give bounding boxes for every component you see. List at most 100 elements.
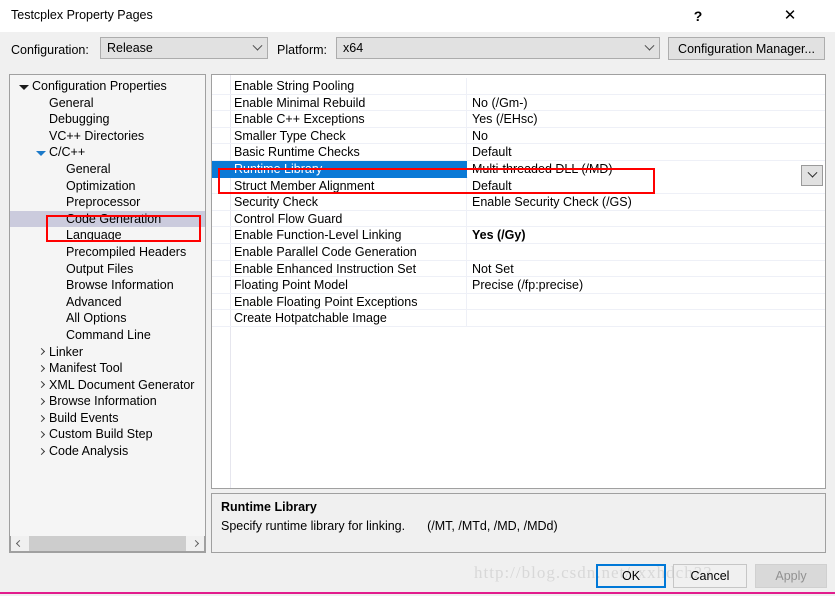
bottom-rule xyxy=(0,592,835,594)
property-row[interactable]: Enable Function-Level Linking Yes (/Gy) xyxy=(212,227,825,244)
tree-item-list: Configuration Properties General Debugging… xyxy=(10,78,205,460)
property-row[interactable]: Basic Runtime Checks Default xyxy=(212,144,825,161)
expander-closed-icon[interactable] xyxy=(35,344,47,361)
property-row[interactable]: Create Hotpatchable Image xyxy=(212,310,825,327)
tree-item-browse-information[interactable]: Browse Information xyxy=(10,393,205,410)
tree-item-custom-build-step[interactable]: Custom Build Step xyxy=(10,426,205,443)
tree-item-c-c[interactable]: C/C++ xyxy=(10,144,205,161)
property-value[interactable] xyxy=(468,294,825,311)
expander-open-icon[interactable] xyxy=(18,78,30,95)
expander-open-icon[interactable] xyxy=(35,144,47,161)
close-button[interactable]: ✕ xyxy=(767,0,813,31)
property-name: Smaller Type Check xyxy=(212,127,467,145)
tree-item-optimization[interactable]: Optimization xyxy=(10,178,205,195)
expander-closed-icon[interactable] xyxy=(35,360,47,377)
property-value[interactable]: Enable Security Check (/GS) xyxy=(468,194,825,211)
property-row[interactable]: Enable Minimal Rebuild No (/Gm-) xyxy=(212,94,825,112)
expander-closed-icon[interactable] xyxy=(35,393,47,410)
cancel-button[interactable]: Cancel xyxy=(673,564,747,588)
property-row[interactable]: Smaller Type Check No xyxy=(212,127,825,145)
property-value[interactable] xyxy=(468,244,825,261)
tree-item-manifest-tool[interactable]: Manifest Tool xyxy=(10,360,205,377)
property-row[interactable]: Enable Parallel Code Generation xyxy=(212,243,825,261)
platform-select[interactable]: x64 xyxy=(336,37,660,59)
property-value[interactable] xyxy=(468,78,825,95)
property-value[interactable]: Precise (/fp:precise) xyxy=(468,277,825,294)
tree-item-language[interactable]: Language xyxy=(10,227,205,244)
tree-item-preprocessor[interactable]: Preprocessor xyxy=(10,194,205,211)
tree-item-browse-information[interactable]: Browse Information xyxy=(10,277,205,294)
tree-item-label: Linker xyxy=(49,344,84,359)
configuration-bar: Configuration: Release Platform: x64 Con… xyxy=(0,32,835,68)
window-title: Testcplex Property Pages xyxy=(11,8,153,22)
property-value[interactable]: Yes (/EHsc) xyxy=(468,111,825,128)
property-value[interactable] xyxy=(468,211,825,228)
expander-closed-icon[interactable] xyxy=(35,426,47,443)
property-name: Floating Point Model xyxy=(212,277,467,294)
expander-closed-icon[interactable] xyxy=(35,443,47,460)
tree-item-advanced[interactable]: Advanced xyxy=(10,294,205,311)
property-value[interactable]: Yes (/Gy) xyxy=(468,227,825,244)
tree-item-vc-directories[interactable]: VC++ Directories xyxy=(10,128,205,145)
property-row[interactable]: Security Check Enable Security Check (/GS… xyxy=(212,194,825,211)
tree-item-build-events[interactable]: Build Events xyxy=(10,410,205,427)
properties-tree[interactable]: Configuration Properties General Debugging… xyxy=(9,74,206,553)
tree-item-general[interactable]: General xyxy=(10,95,205,112)
tree-item-all-options[interactable]: All Options xyxy=(10,310,205,327)
property-value[interactable]: No (/Gm-) xyxy=(468,95,825,112)
help-button[interactable]: ? xyxy=(675,0,721,31)
tree-item-label: Build Events xyxy=(49,410,119,425)
property-value[interactable] xyxy=(468,310,825,327)
property-row[interactable]: Enable Enhanced Instruction Set Not Set xyxy=(212,260,825,278)
tree-item-label: Configuration Properties xyxy=(32,79,167,93)
tree-item-code-analysis[interactable]: Code Analysis xyxy=(10,443,205,460)
property-value[interactable]: Default xyxy=(468,144,825,161)
chevron-down-icon xyxy=(807,167,817,178)
runtime-library-dropdown-button[interactable] xyxy=(801,165,823,186)
property-value[interactable]: Multi-threaded DLL (/MD) xyxy=(468,160,825,178)
property-name: Enable Floating Point Exceptions xyxy=(212,293,467,311)
expander-closed-icon[interactable] xyxy=(35,377,47,394)
ok-button[interactable]: OK xyxy=(596,564,666,588)
property-row[interactable]: Floating Point Model Precise (/fp:precise… xyxy=(212,277,825,294)
tree-item-xml-document-generator[interactable]: XML Document Generator xyxy=(10,377,205,394)
property-value[interactable]: Not Set xyxy=(468,261,825,278)
property-row[interactable]: Enable C++ Exceptions Yes (/EHsc) xyxy=(212,111,825,128)
tree-item-configuration-properties[interactable]: Configuration Properties xyxy=(10,78,205,95)
property-name: Struct Member Alignment xyxy=(212,177,467,195)
property-name: Enable Enhanced Instruction Set xyxy=(212,260,467,278)
configuration-select[interactable]: Release xyxy=(100,37,268,59)
tree-item-general[interactable]: General xyxy=(10,161,205,178)
tree-item-label: Advanced xyxy=(66,294,122,309)
property-name: Runtime Library xyxy=(212,160,467,178)
tree-item-precompiled-headers[interactable]: Precompiled Headers xyxy=(10,244,205,261)
property-row[interactable]: Enable Floating Point Exceptions xyxy=(212,293,825,311)
platform-value: x64 xyxy=(343,41,364,55)
tree-item-output-files[interactable]: Output Files xyxy=(10,261,205,278)
tree-item-command-line[interactable]: Command Line xyxy=(10,327,205,344)
property-value[interactable]: Default xyxy=(468,178,825,195)
tree-horizontal-scrollbar[interactable] xyxy=(10,536,205,552)
property-row[interactable]: Control Flow Guard xyxy=(212,210,825,228)
configuration-manager-button[interactable]: Configuration Manager... xyxy=(668,37,825,60)
expander-closed-icon[interactable] xyxy=(35,410,47,427)
tree-item-label: Output Files xyxy=(66,261,134,276)
tree-item-debugging[interactable]: Debugging xyxy=(10,111,205,128)
apply-button[interactable]: Apply xyxy=(755,564,827,588)
title-bar: Testcplex Property Pages ? ✕ xyxy=(0,0,835,32)
scroll-left-icon[interactable] xyxy=(11,536,28,551)
tree-item-linker[interactable]: Linker xyxy=(10,344,205,361)
property-name: Control Flow Guard xyxy=(212,210,467,228)
property-row[interactable]: Struct Member Alignment Default xyxy=(212,177,825,195)
scroll-right-icon[interactable] xyxy=(187,536,204,551)
property-name: Enable String Pooling xyxy=(212,78,467,95)
property-value[interactable]: No xyxy=(468,128,825,145)
property-row[interactable]: Enable String Pooling xyxy=(212,78,825,95)
tree-item-label: General xyxy=(49,95,94,110)
scrollbar-thumb[interactable] xyxy=(29,536,186,551)
tree-item-label: Browse Information xyxy=(66,278,174,293)
property-grid[interactable]: Enable String Pooling Enable Minimal Rebu… xyxy=(211,74,826,489)
tree-item-code-generation[interactable]: Code Generation xyxy=(10,210,205,228)
tree-item-label: Code Analysis xyxy=(49,444,129,459)
property-row[interactable]: Runtime Library Multi-threaded DLL (/MD) xyxy=(212,160,825,178)
